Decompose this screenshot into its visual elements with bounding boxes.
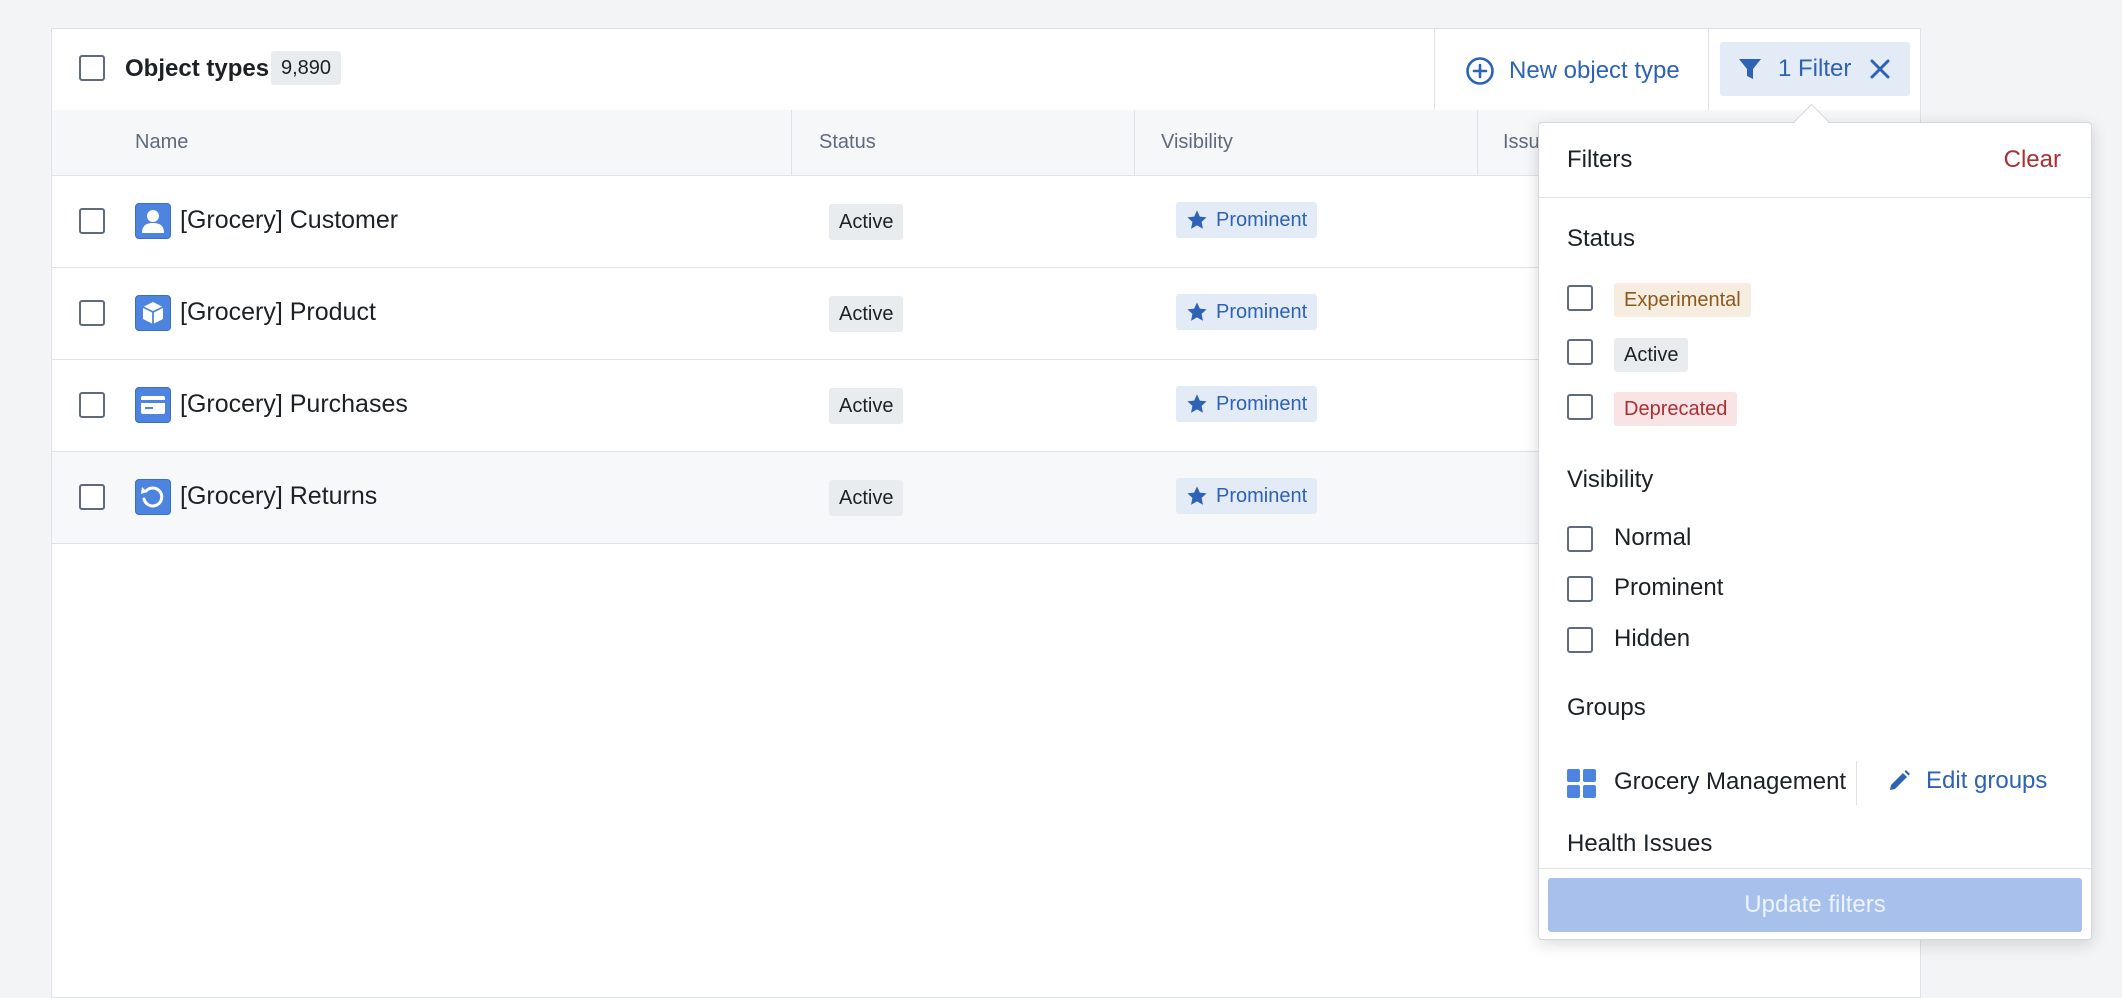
- row-checkbox[interactable]: [79, 208, 105, 234]
- star-icon: [1187, 486, 1207, 505]
- visibility-tag: Prominent: [1176, 478, 1318, 514]
- star-icon: [1187, 210, 1207, 229]
- column-divider[interactable]: [791, 110, 792, 175]
- close-icon[interactable]: [1869, 58, 1891, 80]
- status-deprecated-checkbox[interactable]: [1567, 394, 1593, 420]
- status-active-tag[interactable]: Active: [1614, 338, 1689, 372]
- status-heading: Status: [1567, 225, 1636, 252]
- popover-title: Filters: [1567, 146, 1633, 173]
- person-icon: [135, 203, 171, 239]
- toolbar-divider: [1708, 29, 1709, 110]
- new-object-type-button[interactable]: New object type: [1465, 53, 1680, 89]
- popover-footer: Update filters: [1539, 868, 2091, 939]
- groups-divider: [1856, 761, 1857, 805]
- row-name[interactable]: [Grocery] Customer: [180, 206, 398, 235]
- status-experimental-tag[interactable]: Experimental: [1614, 283, 1751, 317]
- column-header-name[interactable]: Name: [135, 110, 188, 175]
- toolbar-divider: [1434, 29, 1435, 110]
- count-badge: 9,890: [271, 51, 342, 85]
- visibility-tag: Prominent: [1176, 386, 1318, 422]
- plus-circle-icon: [1466, 57, 1494, 85]
- visibility-label: Prominent: [1216, 301, 1308, 323]
- update-filters-button[interactable]: Update filters: [1548, 878, 2082, 932]
- visibility-tag: Prominent: [1176, 294, 1318, 330]
- status-tag: Active: [829, 480, 904, 516]
- column-header-visibility[interactable]: Visibility: [1161, 110, 1233, 175]
- row-checkbox[interactable]: [79, 484, 105, 510]
- pencil-icon: [1890, 770, 1910, 790]
- status-active-checkbox[interactable]: [1567, 339, 1593, 365]
- visibility-label: Prominent: [1216, 209, 1308, 231]
- status-tag: Active: [829, 388, 904, 424]
- row-name[interactable]: [Grocery] Returns: [180, 482, 377, 511]
- grid-icon: [1567, 769, 1597, 799]
- credit-card-icon: [135, 387, 171, 423]
- group-name[interactable]: Grocery Management: [1614, 768, 1846, 796]
- filter-button[interactable]: 1 Filter: [1720, 42, 1910, 96]
- visibility-label: Prominent: [1216, 393, 1308, 415]
- visibility-label: Prominent: [1216, 485, 1308, 507]
- page-title: Object types: [125, 55, 270, 82]
- star-icon: [1187, 394, 1207, 413]
- column-header-status[interactable]: Status: [819, 110, 876, 175]
- status-tag: Active: [829, 296, 904, 332]
- cube-icon: [135, 295, 171, 331]
- visibility-prominent-checkbox[interactable]: [1567, 576, 1593, 602]
- filter-button-label: 1 Filter: [1778, 55, 1852, 82]
- groups-heading: Groups: [1567, 694, 1646, 721]
- edit-groups-label: Edit groups: [1926, 767, 2048, 794]
- clear-filters-button[interactable]: Clear: [2004, 146, 2061, 174]
- edit-groups-button[interactable]: Edit groups: [1886, 767, 2047, 795]
- visibility-hidden-checkbox[interactable]: [1567, 627, 1593, 653]
- visibility-normal-checkbox[interactable]: [1567, 526, 1593, 552]
- toolbar: Object types 9,890 New object type 1 Fil…: [52, 29, 1920, 111]
- filter-icon: [1739, 59, 1761, 79]
- new-object-type-label: New object type: [1509, 57, 1680, 84]
- status-tag: Active: [829, 204, 904, 240]
- row-checkbox[interactable]: [79, 300, 105, 326]
- row-checkbox[interactable]: [79, 392, 105, 418]
- row-name[interactable]: [Grocery] Product: [180, 298, 376, 327]
- health-issues-heading: Health Issues: [1567, 830, 1713, 857]
- status-experimental-checkbox[interactable]: [1567, 285, 1593, 311]
- filters-popover: Filters Clear Status Experimental Active…: [1538, 122, 2092, 940]
- status-deprecated-tag[interactable]: Deprecated: [1614, 392, 1738, 426]
- visibility-prominent-label[interactable]: Prominent: [1614, 574, 1723, 602]
- visibility-hidden-label[interactable]: Hidden: [1614, 625, 1690, 653]
- column-header-issues[interactable]: Issu: [1503, 110, 1540, 175]
- visibility-tag: Prominent: [1176, 202, 1318, 238]
- star-icon: [1187, 302, 1207, 321]
- visibility-normal-label[interactable]: Normal: [1614, 524, 1691, 552]
- column-divider[interactable]: [1477, 110, 1478, 175]
- refresh-icon: [135, 479, 171, 515]
- row-name[interactable]: [Grocery] Purchases: [180, 390, 408, 419]
- column-divider[interactable]: [1134, 110, 1135, 175]
- visibility-heading: Visibility: [1567, 466, 1654, 493]
- select-all-checkbox[interactable]: [79, 55, 105, 81]
